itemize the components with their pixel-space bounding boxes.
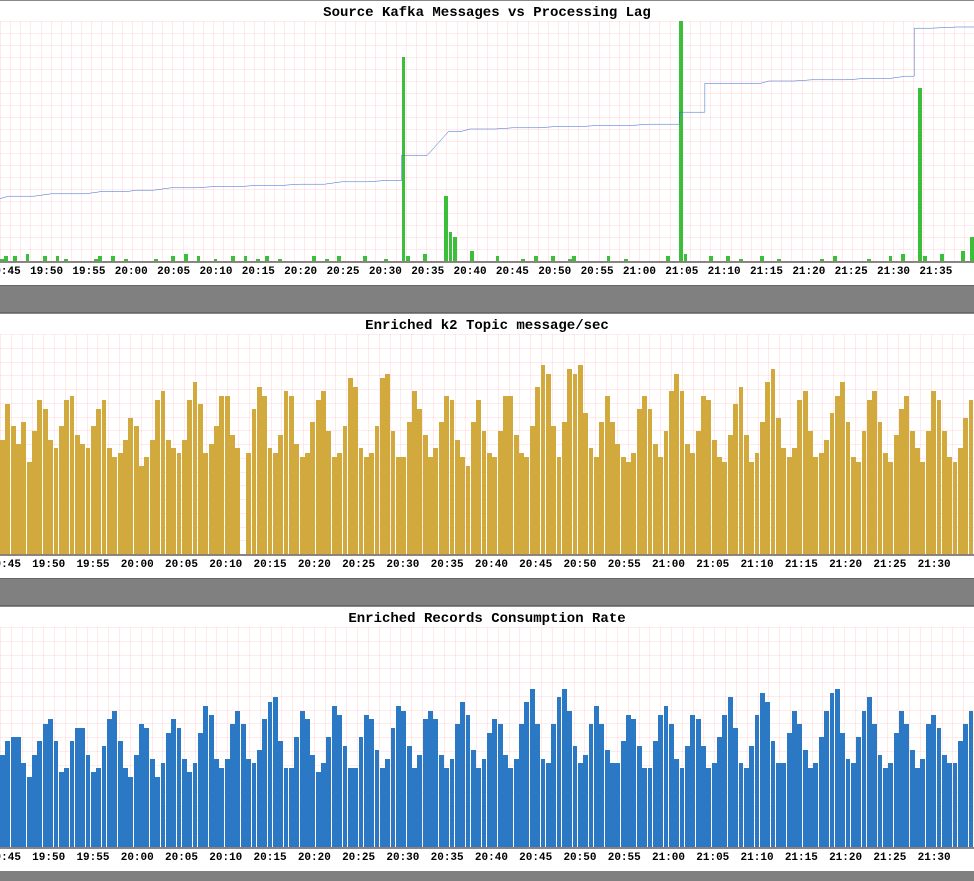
chart-xaxis-1: 19:4519:5019:5520:0020:0520:1020:1520:20… xyxy=(0,262,974,285)
chart-xaxis-2: 19:4519:5019:5520:0020:0520:1020:1520:20… xyxy=(0,555,974,578)
panel-separator xyxy=(0,578,974,606)
chart-plot-2[interactable] xyxy=(0,334,974,555)
chart-panel-2: Enriched k2 Topic message/sec 19:4519:50… xyxy=(0,313,974,578)
bottom-bar xyxy=(0,871,974,881)
chart-title-2: Enriched k2 Topic message/sec xyxy=(0,313,974,334)
chart-plot-1[interactable] xyxy=(0,21,974,262)
panel-separator xyxy=(0,285,974,313)
chart-xaxis-3: 19:4519:5019:5520:0020:0520:1020:1520:20… xyxy=(0,848,974,871)
chart-title-3: Enriched Records Consumption Rate xyxy=(0,606,974,627)
chart-panel-1: Source Kafka Messages vs Processing Lag … xyxy=(0,0,974,285)
chart-plot-3[interactable] xyxy=(0,627,974,848)
chart-panel-3: Enriched Records Consumption Rate 19:451… xyxy=(0,606,974,871)
chart-title-1: Source Kafka Messages vs Processing Lag xyxy=(0,0,974,21)
